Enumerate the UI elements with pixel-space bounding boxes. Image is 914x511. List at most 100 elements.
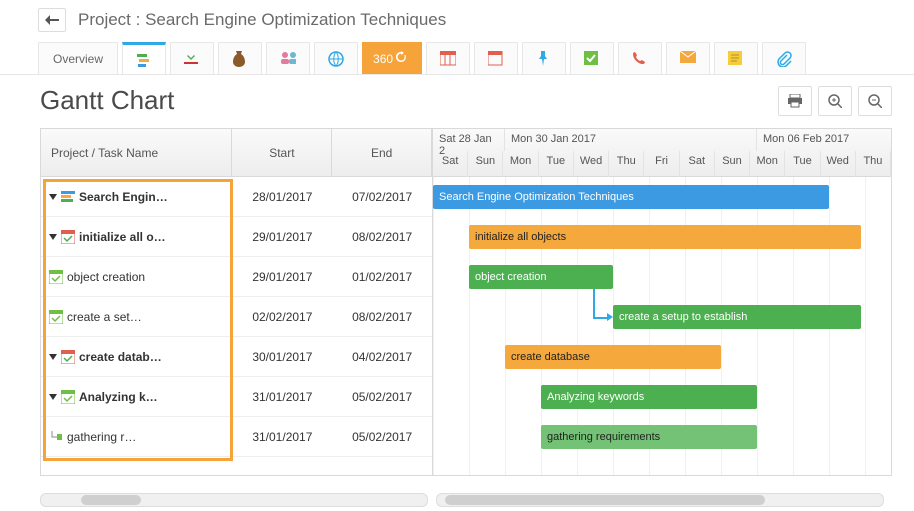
expand-toggle-icon[interactable] [49,194,57,200]
zoom-out-button[interactable] [858,86,892,116]
tab-360[interactable]: 360 [362,42,422,74]
col-header-start[interactable]: Start [232,129,332,176]
day-header: Tue [539,151,574,177]
people-icon [280,51,296,67]
tab-overview-label: Overview [53,52,103,66]
tab-team[interactable] [266,42,310,74]
day-header: Mon [750,151,785,177]
timeline-group-3: Mon 06 Feb 2017 [757,129,855,151]
gantt-bar[interactable]: create database [505,345,721,369]
task-name-label: Analyzing k… [79,390,158,404]
day-header: Sun [715,151,750,177]
phone-icon [632,51,648,67]
gantt-container: Project / Task Name Start End Search Eng… [40,128,892,476]
task-start: 29/01/2017 [232,230,332,244]
table-icon [440,51,456,67]
tab-360-label: 360 [373,52,393,66]
download-icon [184,51,200,67]
day-header: Thu [856,151,891,177]
tab-mail[interactable] [666,42,710,74]
tab-check[interactable] [570,42,614,74]
zoom-in-button[interactable] [818,86,852,116]
cal-icon [49,270,63,284]
task-icon [61,350,75,364]
pin-icon [536,51,552,67]
col-header-end[interactable]: End [332,129,432,176]
gantt-bar[interactable]: Search Engine Optimization Techniques [433,185,829,209]
expand-toggle-icon[interactable] [49,394,57,400]
task-name-cell: object creation [41,270,232,284]
task-name-cell: Search Engin… [41,190,232,204]
tab-note[interactable] [714,42,758,74]
task-name-cell: create a set… [41,310,232,324]
tab-import[interactable] [170,42,214,74]
sub-icon [49,430,63,444]
task-name-cell: gathering r… [41,430,232,444]
task-end: 08/02/2017 [332,310,432,324]
back-button[interactable] [38,8,66,32]
gantt-bar[interactable]: initialize all objects [469,225,861,249]
cal-icon [49,310,63,324]
task-name-label: create a set… [67,310,142,324]
gantt-bar[interactable]: object creation [469,265,613,289]
tab-web[interactable] [314,42,358,74]
task-row[interactable]: object creation29/01/201701/02/2017 [41,257,432,297]
task-start: 02/02/2017 [232,310,332,324]
task-end: 05/02/2017 [332,390,432,404]
right-scrollbar[interactable] [436,493,884,507]
task-end: 08/02/2017 [332,230,432,244]
gantt-bar[interactable]: gathering requirements [541,425,757,449]
task-row[interactable]: gathering r…31/01/201705/02/2017 [41,417,432,457]
day-header: Sun [468,151,503,177]
task-name-label: create datab… [79,350,162,364]
task-icon [61,230,75,244]
tab-overview[interactable]: Overview [38,42,118,74]
print-button[interactable] [778,86,812,116]
project-label: Project : [78,10,140,29]
gantt-bar[interactable]: create a setup to establish [613,305,861,329]
mail-icon [680,51,696,67]
expand-toggle-icon[interactable] [49,234,57,240]
timeline-pane: Sat 28 Jan 2 Mon 30 Jan 2017 Mon 06 Feb … [433,129,891,475]
task-row[interactable]: Search Engin…28/01/201707/02/2017 [41,177,432,217]
print-icon [787,94,803,108]
task-name-cell: initialize all o… [41,230,232,244]
gantt-chart-area[interactable]: Search Engine Optimization Techniques ini… [433,177,891,475]
day-header: Thu [609,151,644,177]
col-header-name[interactable]: Project / Task Name [41,129,232,176]
tab-pin[interactable] [522,42,566,74]
tab-phone[interactable] [618,42,662,74]
task-name-label: object creation [67,270,145,284]
task-end: 05/02/2017 [332,430,432,444]
task-name-cell: Analyzing k… [41,390,232,404]
paperclip-icon [776,51,792,67]
dependency-arrow-icon [607,313,613,321]
task-name-label: initialize all o… [79,230,166,244]
tab-gantt[interactable] [122,42,166,74]
gantt-icon [136,52,152,68]
page-title: Gantt Chart [40,85,174,116]
tab-report[interactable] [426,42,470,74]
expand-toggle-icon[interactable] [49,354,57,360]
project-title: Project : Search Engine Optimization Tec… [78,10,446,30]
task-list-pane: Project / Task Name Start End Search Eng… [41,129,433,475]
task-start: 30/01/2017 [232,350,332,364]
zoom-in-icon [828,94,842,108]
task-row[interactable]: create a set… 02/02/201708/02/2017 [41,297,432,337]
task-row[interactable]: create datab…30/01/201704/02/2017 [41,337,432,377]
task-row[interactable]: initialize all o… 29/01/201708/02/2017 [41,217,432,257]
project-name: Search Engine Optimization Techniques [145,10,446,29]
day-header: Wed [821,151,856,177]
tab-calendar[interactable] [474,42,518,74]
check-calendar-icon [584,51,600,67]
task-start: 29/01/2017 [232,270,332,284]
proj-icon [61,190,75,204]
calendar-icon [488,51,504,67]
tab-budget[interactable] [218,42,262,74]
task-row[interactable]: Analyzing k…31/01/201705/02/2017 [41,377,432,417]
day-header: Mon [503,151,538,177]
tab-attach[interactable] [762,42,806,74]
gantt-bar[interactable]: Analyzing keywords [541,385,757,409]
left-scrollbar[interactable] [40,493,428,507]
note-icon [728,51,744,67]
